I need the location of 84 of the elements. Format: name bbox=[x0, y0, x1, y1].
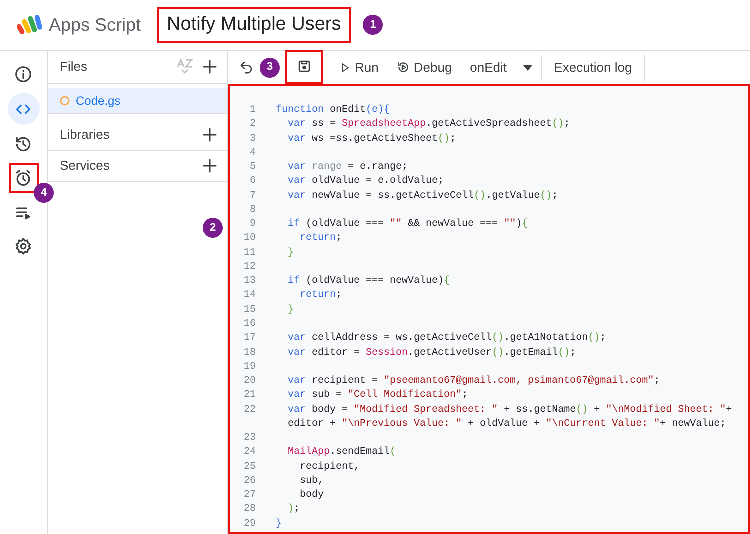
code-line: if (oldValue === newValue){ bbox=[287, 275, 450, 290]
code-line: if (oldValue === "" && newValue === ""){ bbox=[287, 218, 528, 232]
line-number: 22 bbox=[242, 404, 256, 418]
line-number: 25 bbox=[242, 460, 256, 475]
history-icon bbox=[14, 134, 33, 154]
line-number: 14 bbox=[242, 289, 256, 304]
line-number: 29 bbox=[242, 518, 256, 532]
code-line: recipient, bbox=[299, 460, 360, 475]
line-number: 8 bbox=[248, 204, 256, 218]
code-line: return; bbox=[299, 289, 342, 304]
save-button[interactable] bbox=[285, 50, 323, 84]
line-number: 21 bbox=[242, 389, 256, 404]
settings-icon bbox=[14, 236, 33, 256]
code-line: editor + "\nPrevious Value: " + oldValue + "\nCurrent Value: "+ newValue; bbox=[287, 418, 726, 432]
info-icon bbox=[14, 64, 33, 84]
line-number: 24 bbox=[242, 446, 256, 460]
line-number: 12 bbox=[242, 260, 256, 275]
line-number: 19 bbox=[242, 360, 256, 375]
code-line: var editor = Session.getActiveUser().getEmail(); bbox=[287, 346, 576, 361]
line-number: 9 bbox=[248, 218, 256, 232]
dropdown-caret-icon bbox=[523, 64, 534, 70]
code-line: function onEdit(e){ bbox=[275, 104, 390, 118]
app-name: Apps Script bbox=[49, 14, 142, 37]
line-number: 10 bbox=[242, 232, 256, 246]
line-number: 2 bbox=[248, 118, 256, 132]
line-number: 3 bbox=[248, 132, 256, 147]
function-select[interactable]: onEdit bbox=[462, 54, 542, 80]
callout-number: 3 bbox=[260, 58, 280, 78]
line-number: 16 bbox=[242, 318, 256, 332]
line-number: 27 bbox=[242, 489, 256, 504]
line-number: 7 bbox=[248, 190, 256, 204]
line-number: 26 bbox=[242, 474, 256, 489]
line-number: 1 bbox=[248, 104, 256, 118]
code-line: } bbox=[275, 518, 282, 532]
line-number: 15 bbox=[242, 304, 256, 318]
code-line: var recipient = "pseemanto67@gmail.com, psimanto67@gmail.com"; bbox=[287, 375, 660, 390]
code-editor[interactable] bbox=[228, 84, 750, 534]
project-title[interactable]: Notify Multiple Users bbox=[157, 6, 352, 44]
code-line: var ss = SpreadsheetApp.getActiveSpreadsheet(); bbox=[287, 118, 570, 132]
line-number: 4 bbox=[248, 146, 256, 161]
section-title: Libraries bbox=[60, 126, 111, 144]
save-icon bbox=[296, 59, 312, 74]
code-line: var cellAddress = ws.getActiveCell().getA1Notation(); bbox=[287, 332, 606, 346]
add-icon bbox=[201, 157, 219, 175]
code-line: MailApp.sendEmail( bbox=[287, 446, 396, 460]
add-icon bbox=[201, 126, 219, 144]
code-line: } bbox=[287, 304, 294, 318]
debug-button[interactable]: Debug bbox=[390, 54, 458, 80]
line-number: 28 bbox=[242, 503, 256, 518]
play-icon bbox=[339, 62, 351, 74]
code-line: var newValue = ss.getActiveCell().getValue(); bbox=[287, 190, 558, 204]
code-line: ); bbox=[287, 503, 300, 518]
run-button[interactable]: Run bbox=[333, 54, 385, 80]
execution-log-button[interactable]: Execution log bbox=[542, 54, 646, 80]
code-line: return; bbox=[299, 232, 342, 246]
code-line: } bbox=[287, 246, 294, 261]
callout-number: 1 bbox=[363, 15, 384, 35]
code-line: sub, bbox=[299, 474, 324, 489]
code-line: body bbox=[299, 489, 324, 504]
file-dot-icon bbox=[60, 96, 70, 106]
logo-icon bbox=[17, 14, 43, 36]
code-line: var body = "Modified Spreadsheet: " + ss.getName() + "\nModified Sheet: "+ bbox=[287, 404, 732, 418]
panel-title: Files bbox=[60, 58, 88, 76]
callout-number: 4 bbox=[34, 183, 54, 203]
nav-button[interactable] bbox=[8, 93, 40, 125]
code-line: var sub = "Cell Modification"; bbox=[287, 389, 468, 404]
line-number: 20 bbox=[242, 375, 256, 390]
line-number: 18 bbox=[242, 346, 256, 361]
add-icon bbox=[201, 58, 219, 76]
code-line: var oldValue = e.oldValue; bbox=[287, 175, 444, 190]
undo-icon bbox=[238, 60, 254, 75]
code-line: var ws =ss.getActiveSheet(); bbox=[287, 132, 456, 147]
debug-icon bbox=[396, 61, 410, 74]
line-number: 23 bbox=[242, 432, 256, 446]
line-number: 6 bbox=[248, 175, 256, 190]
callout-number: 2 bbox=[203, 218, 223, 238]
code-line: var range = e.range; bbox=[287, 161, 408, 176]
section-title: Services bbox=[60, 157, 111, 176]
line-number: 11 bbox=[242, 246, 256, 261]
file-item[interactable]: Code.gs bbox=[48, 88, 227, 114]
alarm-clock-icon bbox=[14, 168, 33, 188]
line-number: 5 bbox=[248, 161, 256, 176]
line-number: 13 bbox=[242, 275, 256, 290]
line-number: 17 bbox=[242, 332, 256, 346]
